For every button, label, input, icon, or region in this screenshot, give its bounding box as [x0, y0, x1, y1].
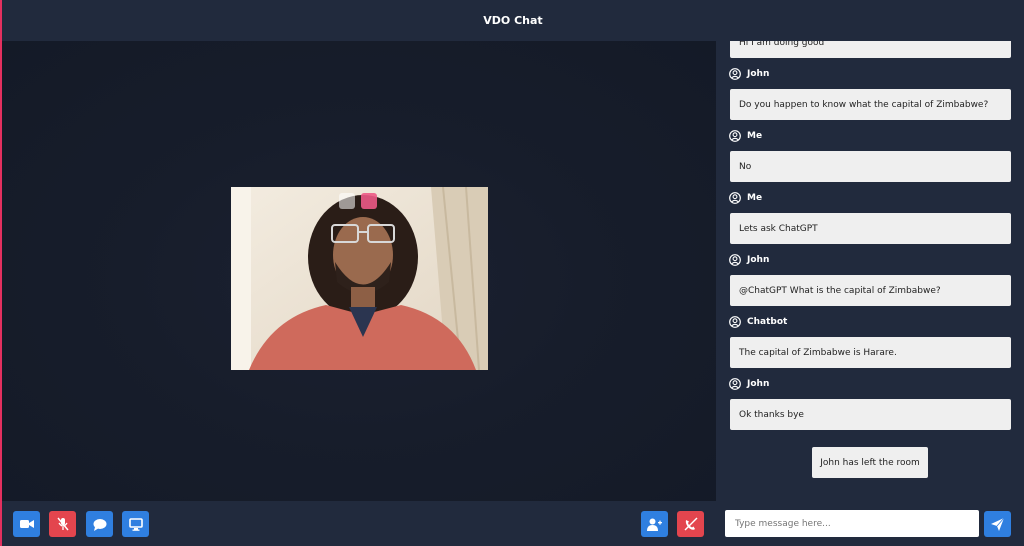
message-input[interactable]	[725, 510, 979, 537]
call-controls	[2, 501, 716, 546]
participant-video-frame	[231, 187, 488, 370]
screen-share-button[interactable]	[122, 511, 149, 537]
send-button[interactable]	[984, 511, 1011, 537]
sender-name: Me	[747, 131, 763, 141]
user-circle-icon	[729, 192, 741, 204]
message-sender: Chatbot	[729, 315, 787, 329]
mic-off-icon	[56, 517, 69, 531]
add-user-icon	[647, 518, 662, 531]
chat-panel: Hi I am doing good John Do you happen to…	[716, 41, 1024, 501]
user-circle-icon	[729, 378, 741, 390]
message-sender: John	[729, 67, 769, 81]
camera-toggle-button[interactable]	[13, 511, 40, 537]
leave-call-button[interactable]	[677, 511, 704, 537]
participant-video	[231, 187, 488, 370]
user-circle-icon	[729, 254, 741, 266]
mic-toggle-button[interactable]	[49, 511, 76, 537]
sender-name: John	[747, 379, 770, 389]
sender-name: John	[747, 69, 770, 79]
chat-message-bubble: Hi I am doing good	[730, 41, 1011, 58]
chat-message-bubble: @ChatGPT What is the capital of Zimbabwe…	[730, 275, 1011, 306]
chat-message-bubble: Ok thanks bye	[730, 399, 1011, 430]
user-circle-icon	[729, 130, 741, 142]
chat-toggle-button[interactable]	[86, 511, 113, 537]
paper-plane-icon	[991, 517, 1004, 531]
add-user-button[interactable]	[641, 511, 668, 537]
chat-message-bubble: No	[730, 151, 1011, 182]
monitor-icon	[128, 517, 143, 531]
message-sender: John	[729, 253, 769, 267]
chat-bubble-icon	[93, 518, 106, 531]
sender-name: John	[747, 255, 770, 265]
message-sender: John	[729, 377, 769, 391]
hang-up-icon	[684, 517, 697, 531]
system-notice: John has left the room	[812, 447, 928, 478]
user-circle-icon	[729, 316, 741, 328]
message-sender: Me	[729, 191, 762, 205]
message-composer	[716, 501, 1024, 546]
sender-name: Me	[747, 193, 763, 203]
video-camera-icon	[19, 520, 34, 528]
video-stage	[2, 41, 716, 501]
chat-message-bubble: The capital of Zimbabwe is Harare.	[730, 337, 1011, 368]
user-circle-icon	[729, 68, 741, 80]
chat-message-bubble: Do you happen to know what the capital o…	[730, 89, 1011, 120]
top-bar: VDO Chat	[2, 0, 1024, 41]
message-sender: Me	[729, 129, 762, 143]
sender-name: Chatbot	[747, 317, 788, 327]
app-title: VDO Chat	[483, 14, 543, 27]
chat-message-bubble: Lets ask ChatGPT	[730, 213, 1011, 244]
